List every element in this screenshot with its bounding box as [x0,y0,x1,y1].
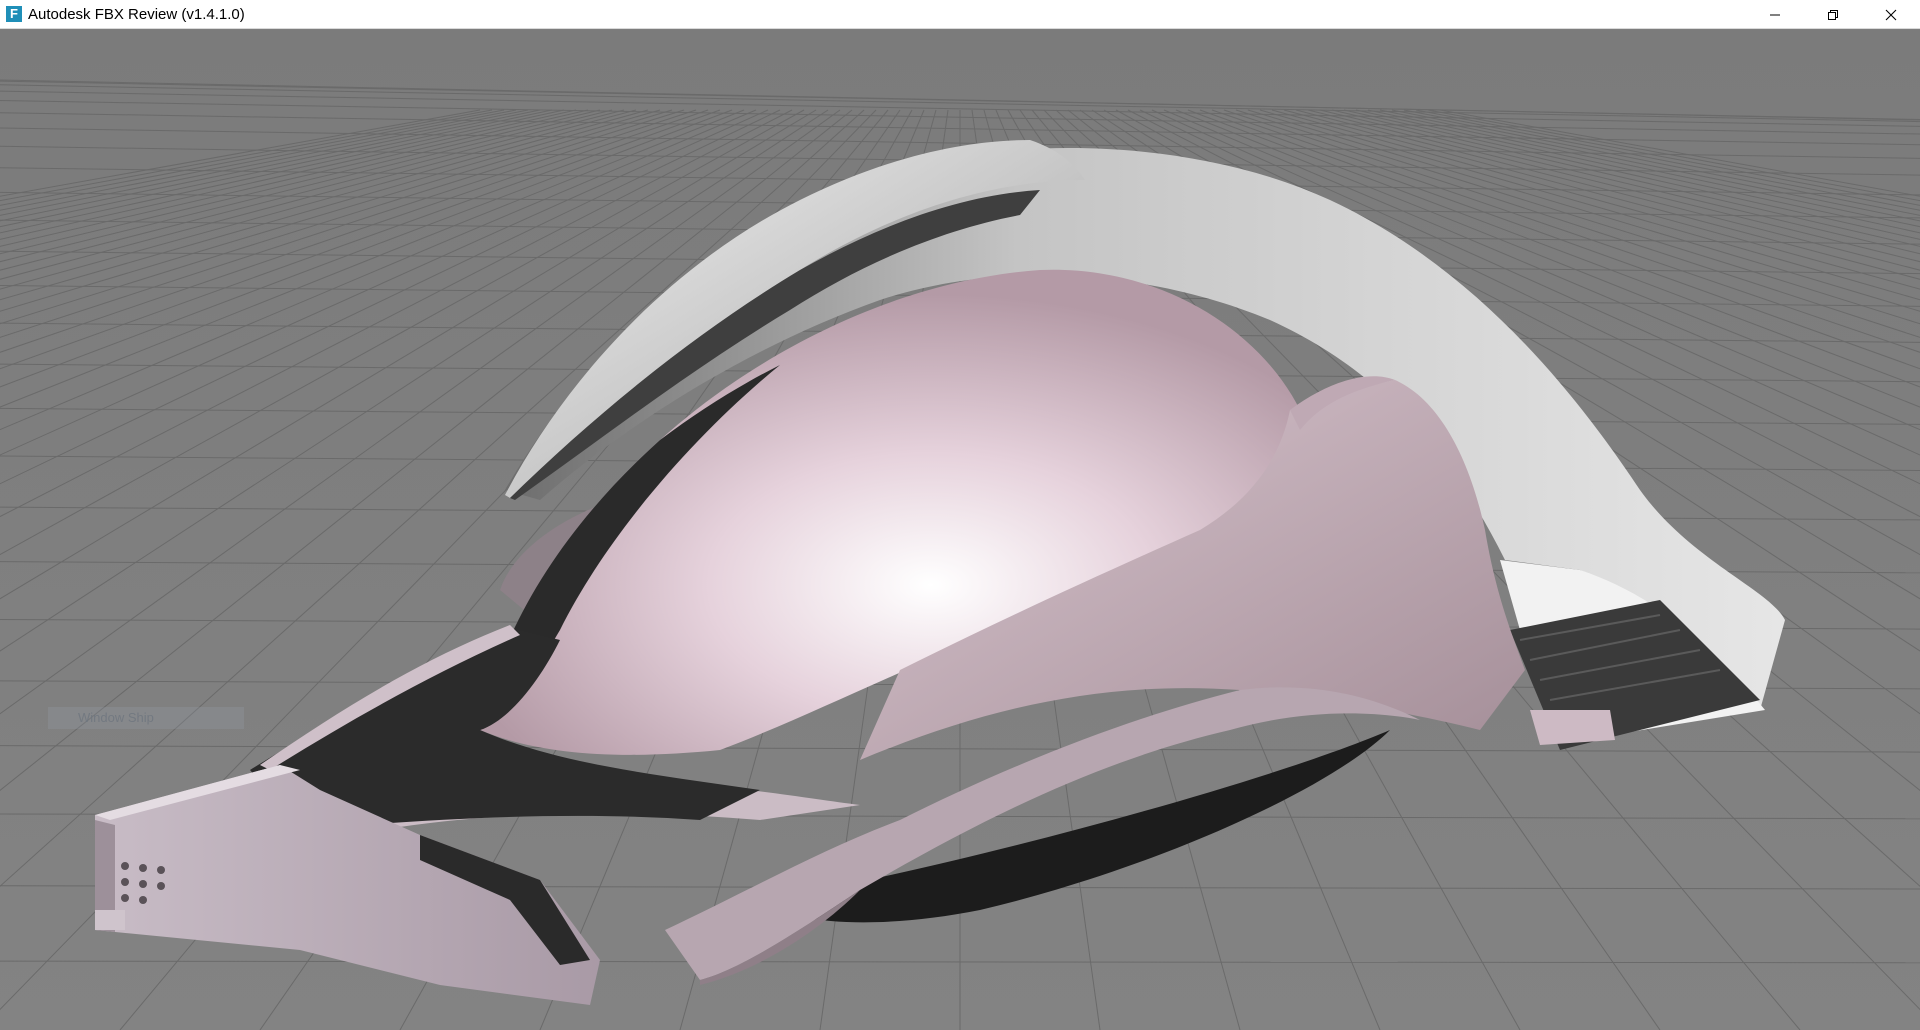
close-icon [1885,9,1897,20]
window-title: Autodesk FBX Review (v1.4.1.0) [28,5,245,23]
close-button[interactable] [1862,0,1920,29]
minimize-icon [1770,14,1780,15]
app-window: F Autodesk FBX Review (v1.4.1.0) Window … [0,0,1920,1030]
restore-button[interactable] [1804,0,1862,29]
title-bar[interactable]: F Autodesk FBX Review (v1.4.1.0) [0,0,1920,29]
fbx-app-icon[interactable]: F [6,6,22,22]
overlay-label: Window Ship [48,707,244,729]
scene-canvas [0,30,1920,1030]
3d-viewport[interactable]: Window Ship [0,30,1920,1030]
window-controls [1746,0,1920,29]
restore-icon [1828,9,1838,20]
minimize-button[interactable] [1746,0,1804,29]
